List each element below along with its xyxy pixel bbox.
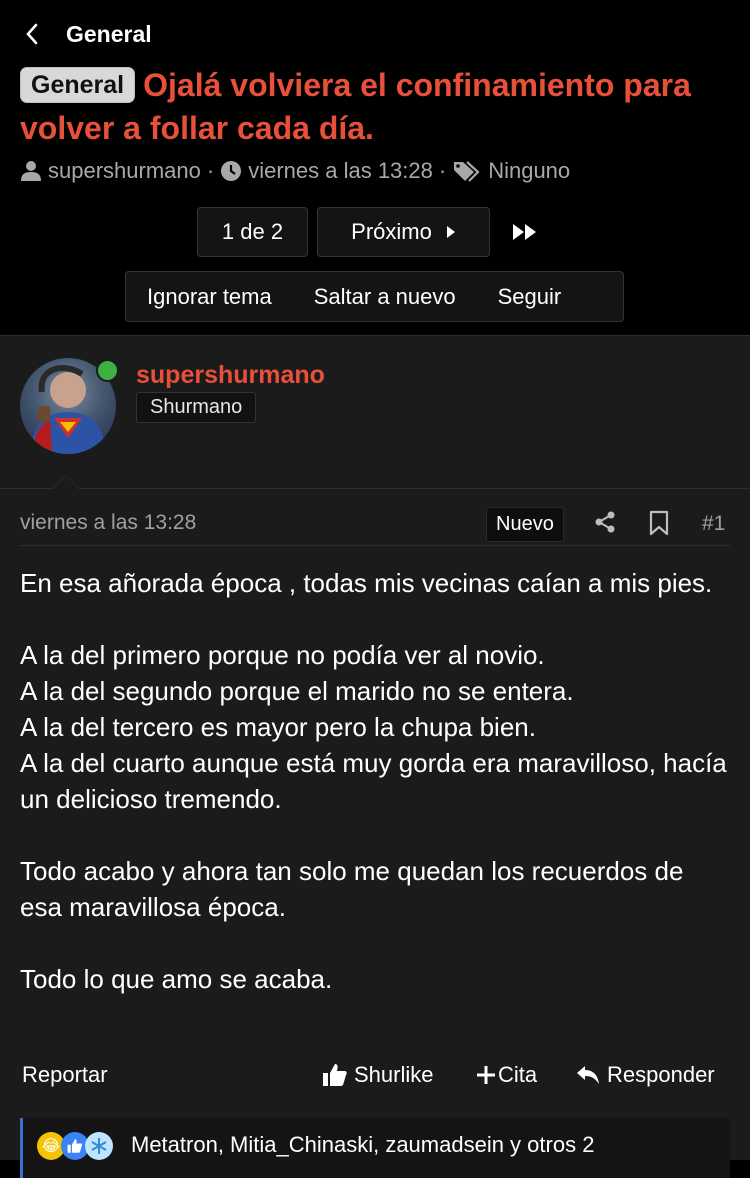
user-title-badge: Shurmano	[136, 392, 257, 423]
next-page-button[interactable]: Próximo	[317, 207, 490, 257]
last-page-button[interactable]	[512, 222, 538, 247]
tags-icon	[454, 161, 480, 182]
post-number[interactable]: #1	[702, 512, 725, 536]
post-username[interactable]: supershurmano	[136, 361, 325, 390]
like-label: Shurlike	[354, 1062, 434, 1087]
online-indicator	[96, 359, 119, 382]
post-actions: Reportar Shurlike Cita Responder	[0, 1062, 750, 1092]
thread-date[interactable]: viernes a las 13:28	[248, 158, 433, 184]
snowflake-reaction-icon	[85, 1132, 113, 1160]
thread-tags[interactable]: Ninguno	[488, 158, 570, 184]
thread-header: General General Ojalá volviera el confina…	[0, 0, 750, 335]
reply-icon	[577, 1066, 599, 1084]
report-label: Reportar	[22, 1062, 108, 1087]
meta-separator: ·	[206, 158, 215, 183]
post-date[interactable]: viernes a las 13:28	[20, 511, 196, 535]
thumbs-up-icon	[323, 1064, 347, 1086]
jump-to-new-button[interactable]: Saltar a nuevo	[314, 284, 456, 310]
quote-label: Cita	[498, 1062, 538, 1087]
new-badge: Nuevo	[486, 507, 564, 542]
post-paragraph: Todo acabo y ahora tan solo me quedan lo…	[20, 856, 684, 922]
post-paragraph: En esa añorada época , todas mis vecinas…	[20, 568, 713, 598]
thread-author[interactable]: supershurmano	[48, 158, 201, 184]
bookmark-button[interactable]	[648, 510, 670, 541]
divider	[20, 545, 730, 546]
post: supershurmano Shurmano viernes a las 13:…	[0, 335, 750, 1178]
page-selector[interactable]: 1 de 2	[197, 207, 308, 257]
caret-right-icon	[446, 226, 455, 238]
next-page-label: Próximo	[351, 219, 432, 244]
post-paragraph: Todo lo que amo se acaba.	[20, 964, 333, 994]
avatar-pointer	[52, 475, 80, 489]
like-button[interactable]: Shurlike	[322, 1062, 433, 1088]
reactions-bar[interactable]: 😂 Metatron, Mitia_Chinaski, zaumadsein y…	[20, 1118, 730, 1178]
pagination: 1 de 2 Próximo	[0, 207, 750, 259]
breadcrumb-forum[interactable]: General	[66, 21, 152, 48]
ignore-thread-button[interactable]: Ignorar tema	[147, 284, 272, 310]
share-icon	[595, 511, 615, 533]
reply-button[interactable]: Responder	[576, 1062, 715, 1088]
user-icon	[21, 161, 41, 181]
thread-prefix[interactable]: General	[20, 67, 136, 103]
fast-forward-icon	[513, 224, 536, 240]
quote-button[interactable]: Cita	[476, 1062, 537, 1088]
report-button[interactable]: Reportar	[22, 1062, 108, 1088]
follow-thread-button[interactable]: Seguir	[498, 284, 562, 310]
meta-separator: ·	[438, 158, 447, 183]
clock-icon	[221, 161, 242, 181]
reaction-icons: 😂	[37, 1132, 113, 1160]
reply-label: Responder	[607, 1062, 715, 1087]
plus-icon	[477, 1066, 495, 1084]
share-button[interactable]	[593, 510, 617, 539]
thread-actions: Ignorar tema Saltar a nuevo Seguir	[125, 271, 624, 322]
post-body: En esa añorada época , todas mis vecinas…	[20, 565, 732, 1033]
post-paragraph: A la del primero porque no podía ver al …	[20, 640, 727, 814]
bookmark-icon	[649, 510, 669, 536]
back-button[interactable]	[24, 22, 40, 46]
divider	[0, 488, 750, 489]
thread-meta: supershurmano · viernes a las 13:28 · Ni…	[20, 158, 570, 184]
chevron-left-icon	[26, 23, 38, 45]
page-title: General Ojalá volviera el confinamiento p…	[20, 64, 720, 150]
reactions-summary[interactable]: Metatron, Mitia_Chinaski, zaumadsein y o…	[131, 1132, 594, 1158]
